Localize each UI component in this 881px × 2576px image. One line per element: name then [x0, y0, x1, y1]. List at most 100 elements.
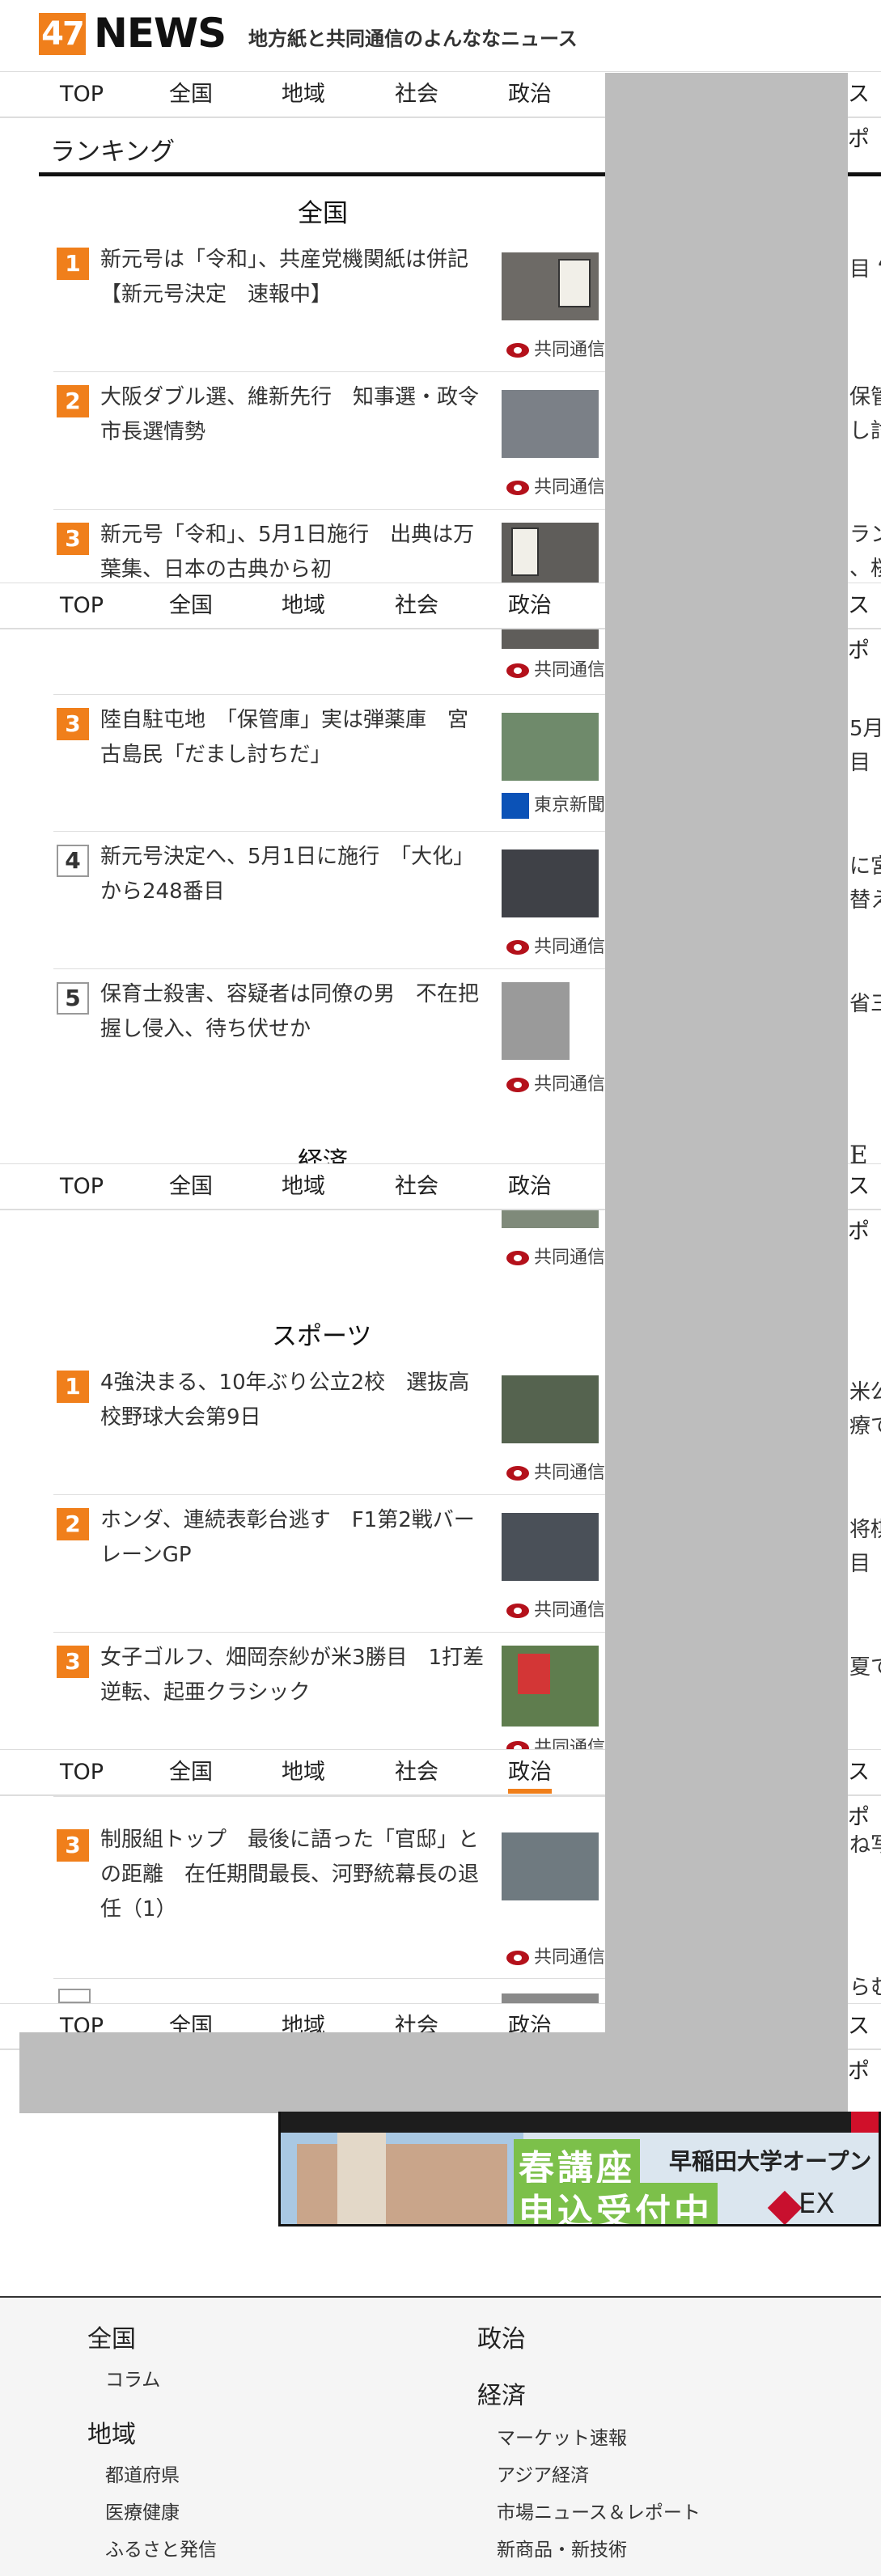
list-item[interactable]: 5 保育士殺害、容疑者は同僚の男 不在把握し侵入、待ち伏せか 共同通信 — [53, 969, 605, 1107]
list-item[interactable]: 3 陸自駐屯地 「保管庫」実は弾薬庫 宮古島民「だまし討ちだ」 東京新聞 — [53, 694, 605, 832]
ranking-card-zenkoku: 1 新元号は「令和」、共産党機関紙は併記 【新元号決定 速報中】 共同通信 2 … — [39, 235, 605, 583]
rank-number: 5 — [57, 982, 89, 1015]
article-thumbnail[interactable] — [502, 1646, 599, 1727]
nav-chiiki[interactable]: 地域 — [282, 72, 325, 117]
footer-link-seiji[interactable]: 政治 — [477, 2319, 526, 2354]
truncated-text: 省三 — [849, 992, 881, 1016]
article-thumbnail[interactable] — [502, 849, 599, 917]
source-kyodo: 共同通信 — [506, 1943, 605, 1968]
source-kyodo: 共同通信 — [506, 1595, 605, 1621]
nav-top[interactable]: TOP — [60, 72, 104, 117]
rank-number: 2 — [57, 385, 89, 417]
list-item[interactable]: 4 新元号決定へ、5月1日に施行 「大化」から248番目 共同通信 — [53, 832, 605, 969]
nav-seiji[interactable]: 政治 — [508, 583, 552, 629]
nav-zenkoku[interactable]: 全国 — [169, 1164, 213, 1210]
nav-zenkoku[interactable]: 全国 — [169, 72, 213, 117]
article-thumbnail[interactable] — [502, 1375, 599, 1443]
source-kyodo: 共同通信 — [506, 1243, 605, 1269]
nav-top[interactable]: TOP — [60, 583, 104, 629]
ad-banner[interactable]: 春講座 申込受付中 早稲田大学オープン EX — [278, 2112, 881, 2226]
nav-chiiki[interactable]: 地域 — [282, 583, 325, 629]
footer-link-market[interactable]: マーケット速報 — [497, 2422, 627, 2450]
nav-zenkoku[interactable]: 全国 — [169, 1750, 213, 1795]
nav-shakai[interactable]: 社会 — [395, 1750, 438, 1795]
nav-zenkoku[interactable]: 全国 — [169, 583, 213, 629]
article-title[interactable]: 4強決まる、10年ぶり公立2校 選抜高校野球大会第9日 — [100, 1366, 489, 1435]
truncated-text: 5月1 — [849, 717, 881, 741]
list-item[interactable]: 1 4強決まる、10年ぶり公立2校 選抜高校野球大会第9日 共同通信 — [53, 1358, 605, 1495]
diamond-icon — [767, 2190, 803, 2224]
article-thumbnail[interactable] — [502, 390, 599, 458]
footer-link-keizai[interactable]: 経済 — [477, 2375, 526, 2411]
article-thumbnail[interactable] — [502, 982, 570, 1060]
nav-sports[interactable]: スポ — [848, 1164, 881, 1244]
nav-chiiki[interactable]: 地域 — [282, 1164, 325, 1210]
article-title[interactable]: 陸自駐屯地 「保管庫」実は弾薬庫 宮古島民「だまし討ちだ」 — [100, 703, 489, 773]
kyodo-logo-icon — [506, 1951, 529, 1965]
truncated-text: に宮 — [849, 854, 881, 879]
nav-sports[interactable]: スポ — [848, 1750, 881, 1830]
nav-seiji[interactable]: 政治 — [508, 1164, 552, 1210]
footer-link-iryo[interactable]: 医療健康 — [105, 2497, 180, 2524]
nav-seiji[interactable]: 政治 — [508, 72, 552, 117]
list-item[interactable]: 1 新元号は「令和」、共産党機関紙は併記 【新元号決定 速報中】 共同通信 — [53, 235, 605, 372]
list-item[interactable]: 2 大阪ダブル選、維新先行 知事選・政令市長選情勢 共同通信 — [53, 372, 605, 510]
article-thumbnail[interactable] — [502, 1513, 599, 1581]
nav-sports[interactable]: スポ — [848, 2004, 881, 2084]
ad-placeholder — [605, 73, 848, 2112]
footer-link-zenkoku[interactable]: 全国 — [87, 2319, 136, 2354]
article-thumbnail[interactable] — [502, 629, 599, 649]
list-item[interactable]: 3 新元号「令和」、5月1日施行 出典は万葉集、日本の古典から初 — [53, 510, 605, 583]
article-thumbnail[interactable] — [502, 252, 599, 320]
article-thumbnail[interactable] — [502, 1210, 599, 1228]
article-title[interactable]: ホンダ、連続表彰台逃す F1第2戦バーレーンGP — [100, 1503, 489, 1573]
article-thumbnail[interactable] — [502, 1832, 599, 1900]
banner-building — [297, 2144, 507, 2224]
article-title[interactable]: 制服組トップ 最後に語った「官邸」との距離 在任期間最長、河野統幕長の退任（1） — [100, 1823, 489, 1927]
footer-link-todofuken[interactable]: 都道府県 — [105, 2459, 180, 2487]
list-item[interactable]: 3 女子ゴルフ、畑岡奈紗が米3勝目 1打差逆転、起亜クラシック 共同通信 — [53, 1633, 605, 1751]
article-title[interactable]: 大阪ダブル選、維新先行 知事選・政令市長選情勢 — [100, 380, 489, 450]
article-title[interactable]: 新元号は「令和」、共産党機関紙は併記 【新元号決定 速報中】 — [100, 243, 489, 312]
kyodo-logo-icon — [506, 1604, 529, 1618]
truncated-text: し討 — [849, 419, 881, 443]
article-title[interactable]: 新元号決定へ、5月1日に施行 「大化」から248番目 — [100, 840, 489, 909]
nav-top[interactable]: TOP — [60, 1750, 104, 1795]
section-title-sports: スポーツ — [272, 1322, 372, 1351]
logo-mark[interactable]: 47 — [39, 13, 86, 55]
footer-link-shijo[interactable]: 市場ニュース＆レポート — [497, 2497, 701, 2524]
article-title[interactable]: 新元号「令和」、5月1日施行 出典は万葉集、日本の古典から初 — [100, 518, 489, 583]
rank-number: 3 — [57, 1646, 89, 1678]
site-footer: 全国 コラム 地域 都道府県 医療健康 ふるさと発信 政治 経済 マーケット速報… — [0, 2296, 881, 2576]
list-item[interactable]: 3 制服組トップ 最後に語った「官邸」との距離 在任期間最長、河野統幕長の退任（… — [53, 1796, 605, 1979]
nav-sports[interactable]: スポ — [848, 72, 881, 152]
list-item[interactable]: 2 ホンダ、連続表彰台逃す F1第2戦バーレーンGP 共同通信 — [53, 1495, 605, 1633]
source-kyodo: 共同通信 — [506, 655, 605, 681]
ranking-card-seiji: 3 制服組トップ 最後に語った「官邸」との距離 在任期間最長、河野統幕長の退任（… — [39, 1796, 605, 2003]
article-title[interactable]: 女子ゴルフ、畑岡奈紗が米3勝目 1打差逆転、起亜クラシック — [100, 1641, 489, 1710]
nav-shakai[interactable]: 社会 — [395, 72, 438, 117]
article-thumbnail[interactable] — [502, 713, 599, 781]
truncated-text: 将棋 — [849, 1518, 881, 1542]
nav-top[interactable]: TOP — [60, 1164, 104, 1210]
footer-link-chiiki[interactable]: 地域 — [87, 2414, 136, 2450]
footer-link-furusato[interactable]: ふるさと発信 — [105, 2534, 217, 2561]
truncated-text: 保管 — [849, 385, 881, 409]
nav-shakai[interactable]: 社会 — [395, 583, 438, 629]
nav-seiji[interactable]: 政治 — [508, 1750, 552, 1795]
footer-link-shinshohin[interactable]: 新商品・新技術 — [497, 2534, 627, 2561]
truncated-text: らむ — [849, 1976, 881, 2000]
nav-shakai[interactable]: 社会 — [395, 1164, 438, 1210]
nav-sports[interactable]: スポ — [848, 583, 881, 663]
kyodo-logo-icon — [506, 1466, 529, 1481]
article-title[interactable]: 保育士殺害、容疑者は同僚の男 不在把握し侵入、待ち伏せか — [100, 977, 489, 1047]
nav-chiiki[interactable]: 地域 — [282, 1750, 325, 1795]
rank-number: 1 — [57, 1371, 89, 1403]
footer-link-asia[interactable]: アジア経済 — [497, 2459, 589, 2487]
article-thumbnail[interactable] — [502, 523, 599, 583]
article-thumbnail[interactable] — [502, 1993, 599, 2003]
section-title-zenkoku: 全国 — [298, 199, 348, 228]
footer-link-column[interactable]: コラム — [105, 2364, 160, 2392]
banner-subheadline: 申込受付中 — [514, 2183, 718, 2224]
logo-text[interactable]: NEWS — [94, 8, 227, 58]
